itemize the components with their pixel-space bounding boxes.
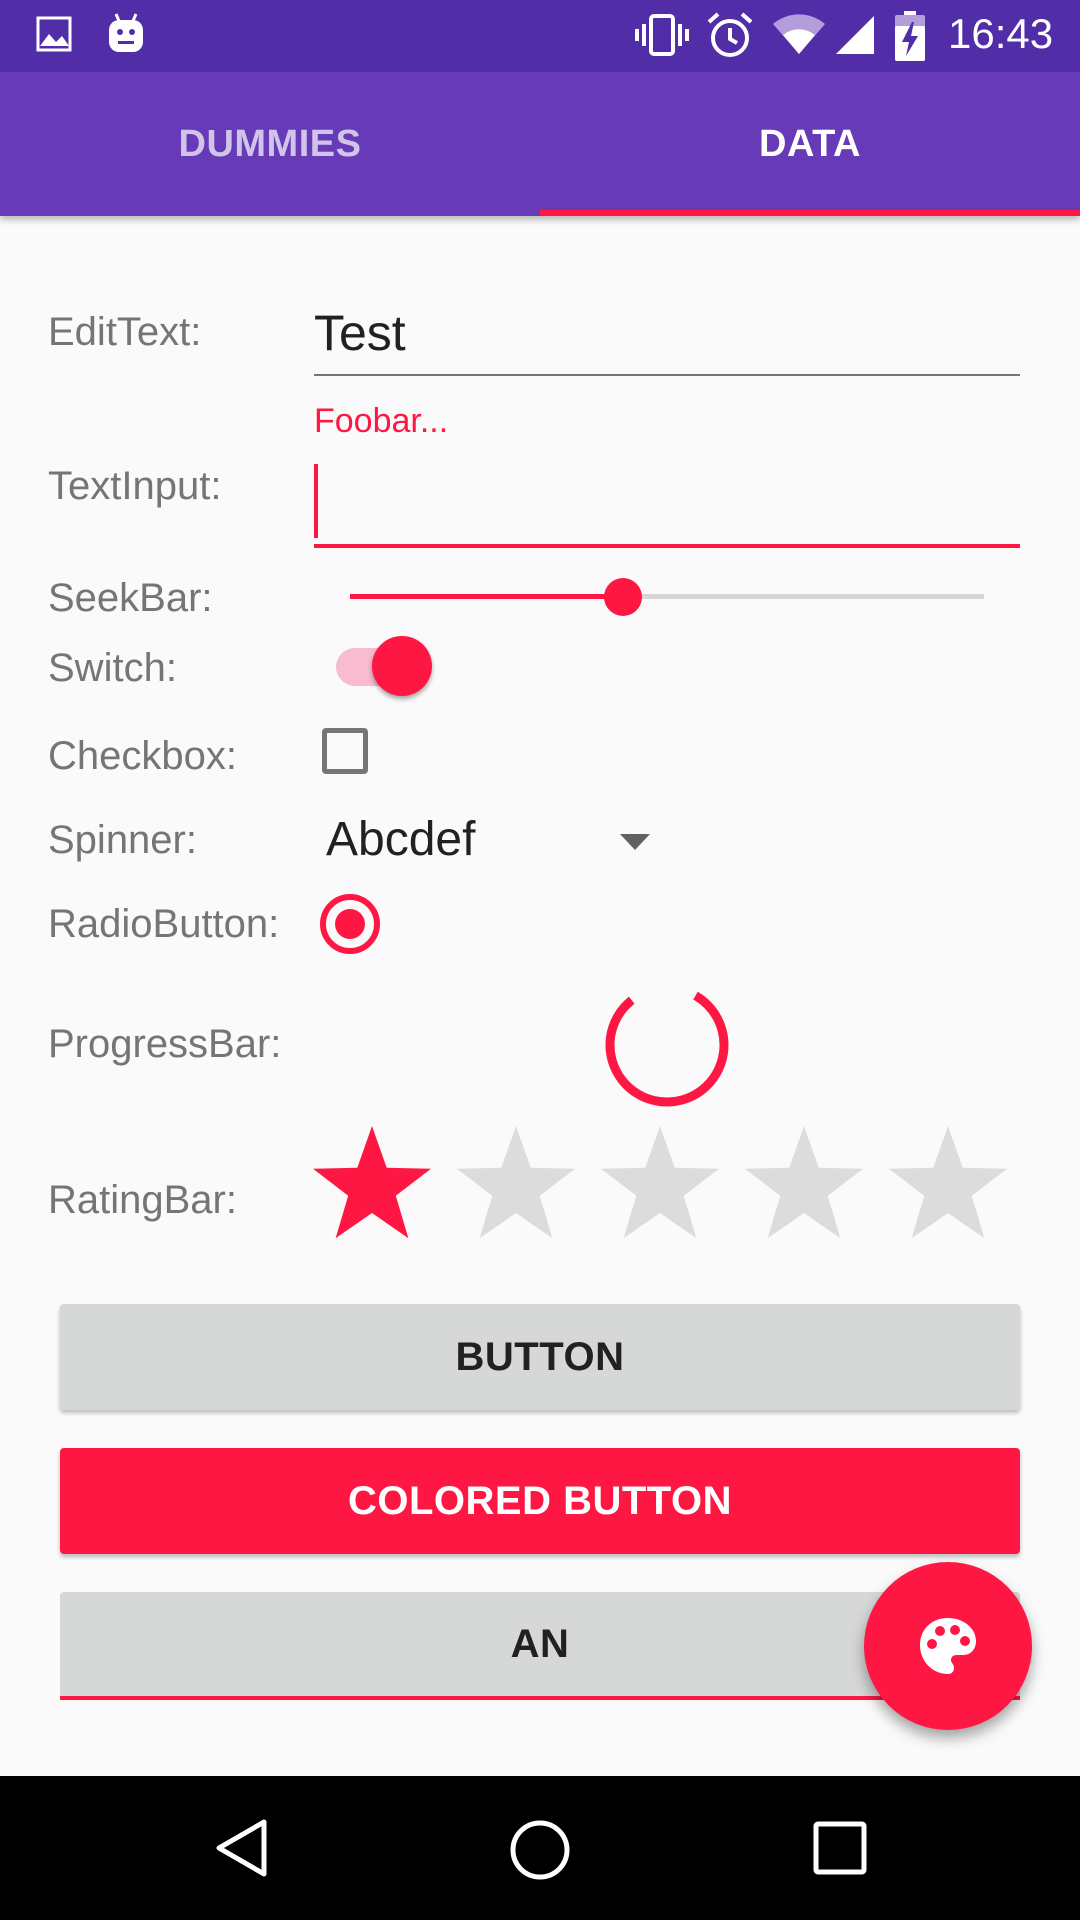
image-icon [36, 16, 72, 52]
palette-icon [920, 1618, 976, 1674]
wifi-icon [773, 14, 825, 55]
status-bar: 16:43 [0, 0, 1080, 72]
spinner-label: Spinner: [48, 818, 197, 862]
text-cursor [314, 464, 318, 538]
progress-label: ProgressBar: [48, 1022, 282, 1066]
switch-label: Switch: [48, 646, 177, 690]
progress-spinner [605, 983, 729, 1107]
radio-label: RadioButton: [48, 902, 280, 946]
textinput-field[interactable] [314, 462, 1020, 548]
checkbox-label: Checkbox: [48, 734, 237, 778]
home-icon[interactable] [508, 1818, 572, 1882]
rating-star-1[interactable] [313, 1126, 431, 1239]
status-time: 16:43 [948, 10, 1054, 57]
back-icon[interactable] [214, 1818, 270, 1878]
checkbox[interactable] [322, 728, 368, 774]
signal-icon [836, 16, 874, 54]
navigation-bar [0, 1776, 1080, 1920]
battery-charging-icon [895, 11, 925, 61]
textinput-label: TextInput: [48, 464, 222, 508]
tab-indicator [540, 210, 1080, 216]
rating-bar[interactable] [310, 1124, 1020, 1248]
seekbar-progress [350, 594, 623, 599]
edittext-field[interactable]: Test [314, 298, 1020, 376]
fab-button[interactable] [864, 1562, 1032, 1730]
colored-button[interactable]: COLORED BUTTON [60, 1448, 1020, 1554]
vibrate-icon [635, 14, 689, 56]
rating-star-2[interactable] [457, 1126, 575, 1239]
button[interactable]: BUTTON [60, 1304, 1020, 1410]
seekbar-track[interactable] [350, 578, 984, 616]
rating-star-5[interactable] [889, 1126, 1007, 1239]
edittext-value: Test [314, 305, 406, 361]
rating-label: RatingBar: [48, 1178, 237, 1222]
tab-data[interactable]: DATA [540, 72, 1080, 216]
rating-star-4[interactable] [745, 1126, 863, 1239]
spinner[interactable]: Abcdef [326, 808, 666, 874]
alarm-icon [707, 12, 753, 57]
radio-button[interactable] [318, 892, 382, 956]
tab-bar: DUMMIES DATA [0, 72, 1080, 216]
edittext-label: EditText: [48, 310, 202, 354]
android-icon [109, 13, 143, 52]
dropdown-arrow-icon [620, 834, 650, 850]
textinput-hint: Foobar... [314, 402, 449, 440]
tab-dummies[interactable]: DUMMIES [0, 72, 540, 216]
seekbar-label: SeekBar: [48, 576, 213, 620]
switch-thumb[interactable] [372, 636, 432, 696]
rating-star-3[interactable] [601, 1126, 719, 1239]
recents-icon[interactable] [812, 1820, 868, 1876]
seekbar-thumb[interactable] [604, 578, 642, 616]
spinner-value: Abcdef [326, 813, 476, 866]
